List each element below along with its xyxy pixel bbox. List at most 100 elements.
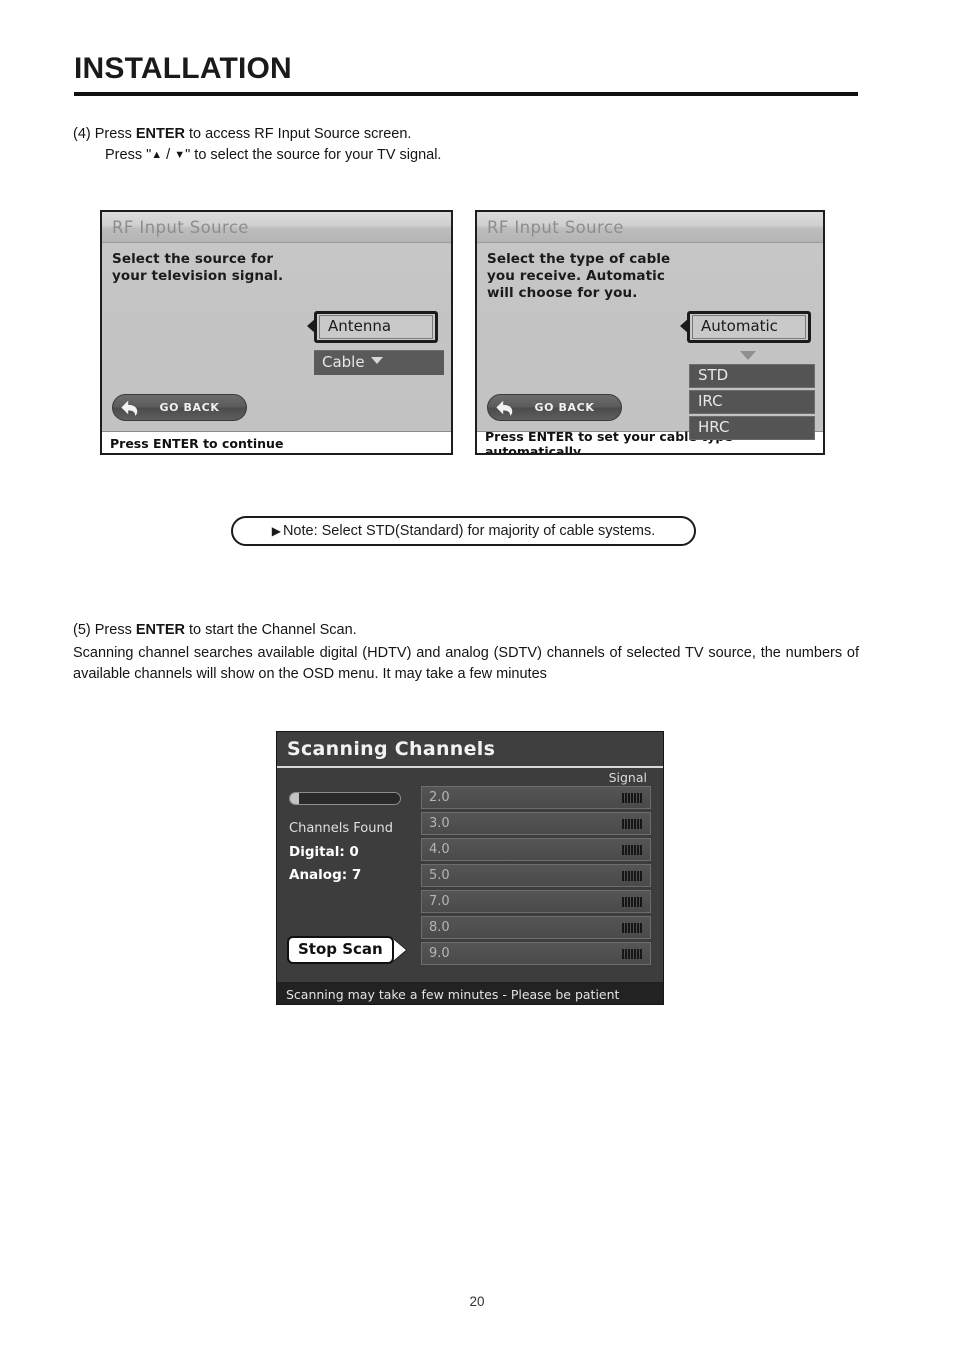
osd-2-body: Select the type of cable you receive. Au… <box>477 243 823 440</box>
osd-1-option-list: Cable <box>314 350 444 375</box>
go-back-button[interactable]: GO BACK <box>487 394 622 421</box>
channels-found-label: Channels Found <box>289 821 393 836</box>
osd-1-selector-stack: Antenna <box>314 311 438 343</box>
cable-type-option-std[interactable]: STD <box>689 364 815 388</box>
channel-number: 3.0 <box>429 816 450 831</box>
step-4-arrow-separator: / <box>162 147 175 163</box>
channel-number: 2.0 <box>429 790 450 805</box>
osd-1-footer: Press ENTER to continue <box>102 431 451 453</box>
cable-type-option-irc[interactable]: IRC <box>689 390 815 414</box>
enter-key-emphasis: ENTER <box>135 622 185 638</box>
osd-scanning-channels-panel: Scanning Channels Signal Channels Found … <box>276 731 664 1005</box>
channel-number: 7.0 <box>429 894 450 909</box>
osd-2-selected-option-label: Automatic <box>692 315 806 339</box>
step-4-line-1: (4) Press ENTER to access RF Input Sourc… <box>73 124 873 145</box>
channel-number: 8.0 <box>429 920 450 935</box>
step-5-line-1: (5) Press ENTER to start the Channel Sca… <box>73 620 859 641</box>
scan-footer: Scanning may take a few minutes - Please… <box>277 982 663 1004</box>
osd-2-description-line-3: will choose for you. <box>487 285 638 301</box>
stop-scan-label: Stop Scan <box>287 936 394 964</box>
osd-2-selected-option[interactable]: Automatic <box>687 311 811 343</box>
osd-2-description: Select the type of cable you receive. Au… <box>487 251 670 302</box>
osd-1-description: Select the source for your television si… <box>112 251 283 285</box>
signal-strength-icon <box>622 818 642 829</box>
osd-rf-input-source-panel: RF Input Source Select the source for yo… <box>100 210 453 455</box>
channel-number: 4.0 <box>429 842 450 857</box>
osd-2-title: RF Input Source <box>487 217 624 237</box>
osd-1-body: Select the source for your television si… <box>102 243 451 431</box>
step-4-line-2-prefix: Press " <box>105 147 152 163</box>
step-5-instructions: (5) Press ENTER to start the Channel Sca… <box>73 620 859 685</box>
cable-type-option-hrc[interactable]: HRC <box>689 416 815 440</box>
signal-column-header: Signal <box>608 770 647 785</box>
back-arrow-icon <box>121 400 138 416</box>
step-4-instructions: (4) Press ENTER to access RF Input Sourc… <box>73 124 873 166</box>
osd-2-cable-type-list: STD IRC HRC <box>689 364 815 440</box>
scan-title: Scanning Channels <box>287 738 496 760</box>
go-back-label: GO BACK <box>159 401 220 414</box>
digital-count: Digital: 0 <box>289 844 359 860</box>
osd-1-title: RF Input Source <box>112 217 249 237</box>
go-back-label: GO BACK <box>534 401 595 414</box>
stop-scan-button[interactable]: Stop Scan <box>287 936 406 964</box>
step-5-paragraph: Scanning channel searches available digi… <box>73 645 859 682</box>
osd-2-description-line-1: Select the type of cable <box>487 251 671 267</box>
osd-2-description-line-2: you receive. Automatic <box>487 268 666 284</box>
step-4-line-2: Press "▲ / ▼" to select the source for y… <box>73 145 873 166</box>
osd-1-titlebar: RF Input Source <box>102 212 451 243</box>
channel-row[interactable]: 9.0 <box>421 942 651 965</box>
channel-number: 9.0 <box>429 946 450 961</box>
osd-1-option-cable[interactable]: Cable <box>314 350 444 375</box>
arrow-right-icon <box>392 939 406 961</box>
step-5-line-1-suffix: to start the Channel Scan. <box>185 622 357 638</box>
osd-1-source-selector[interactable]: Antenna <box>307 311 438 343</box>
enter-key-emphasis: ENTER <box>135 126 185 142</box>
channel-row[interactable]: 8.0 <box>421 916 651 939</box>
scan-progress-bar <box>289 792 401 805</box>
osd-2-selector-stack: Automatic <box>687 311 811 343</box>
caret-down-outline-icon <box>740 351 756 360</box>
osd-2-cable-type-selector[interactable]: Automatic <box>680 311 811 360</box>
scan-progress-fill <box>290 793 299 804</box>
channel-list: 2.0 3.0 4.0 5.0 7.0 8.0 9.0 <box>421 786 651 965</box>
page-number: 20 <box>469 1294 485 1309</box>
osd-1-footer-text: Press ENTER to continue <box>110 436 284 451</box>
step-4-line-1-suffix: to access RF Input Source screen. <box>185 126 412 142</box>
signal-strength-icon <box>622 792 642 803</box>
channel-row[interactable]: 7.0 <box>421 890 651 913</box>
step-4-line-1-prefix: (4) Press <box>73 126 136 142</box>
osd-1-selected-option-label: Antenna <box>319 315 433 339</box>
scan-footer-text: Scanning may take a few minutes - Please… <box>286 986 620 1002</box>
step-4-line-2-suffix: " to select the source for your TV signa… <box>185 147 442 163</box>
go-back-button[interactable]: GO BACK <box>112 394 247 421</box>
osd-1-selected-option[interactable]: Antenna <box>314 311 438 343</box>
title-divider <box>74 92 858 96</box>
analog-count: Analog: 7 <box>289 867 362 883</box>
osd-2-titlebar: RF Input Source <box>477 212 823 243</box>
arrow-down-icon: ▼ <box>174 149 186 161</box>
step-5-line-1-prefix: (5) Press <box>73 622 136 638</box>
note-callout: ▶ Note: Select STD(Standard) for majority… <box>231 516 696 546</box>
note-arrow-icon: ▶ <box>271 524 281 538</box>
osd-cable-type-panel: RF Input Source Select the type of cable… <box>475 210 825 455</box>
note-text: Note: Select STD(Standard) for majority … <box>282 523 656 539</box>
signal-strength-icon <box>622 896 642 907</box>
channel-number: 5.0 <box>429 868 450 883</box>
osd-1-description-line-2: your television signal. <box>112 268 284 284</box>
channel-row[interactable]: 4.0 <box>421 838 651 861</box>
channel-row[interactable]: 5.0 <box>421 864 651 887</box>
caret-down-icon <box>370 357 383 364</box>
page-title: INSTALLATION <box>74 52 292 85</box>
scan-body: Signal Channels Found Digital: 0 Analog:… <box>277 768 663 982</box>
scan-titlebar: Scanning Channels <box>277 732 663 768</box>
signal-strength-icon <box>622 870 642 881</box>
channel-row[interactable]: 3.0 <box>421 812 651 835</box>
osd-1-description-line-1: Select the source for <box>112 251 274 267</box>
back-arrow-icon <box>496 400 513 416</box>
osd-1-option-cable-label: Cable <box>322 353 365 371</box>
signal-strength-icon <box>622 844 642 855</box>
signal-strength-icon <box>622 948 642 959</box>
channel-row[interactable]: 2.0 <box>421 786 651 809</box>
arrow-up-icon: ▲ <box>151 149 163 161</box>
signal-strength-icon <box>622 922 642 933</box>
